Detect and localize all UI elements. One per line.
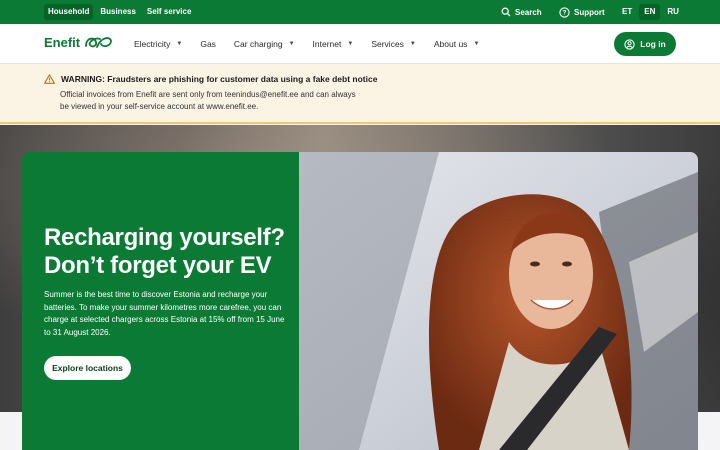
logo-text: Enefit [44,34,81,50]
hero-image [299,152,698,450]
search-label: Search [515,7,542,17]
lang-en[interactable]: EN [639,4,661,20]
nav-gas[interactable]: Gas [200,39,216,49]
warning-title: WARNING: Fraudsters are phishing for cus… [61,74,378,84]
explore-locations-button[interactable]: Explore locations [44,356,131,380]
top-support-link[interactable]: ? Support [559,4,605,20]
nav-about-us-label: About us [433,39,468,49]
login-button[interactable]: Log in [614,32,676,56]
nav-internet[interactable]: Internet ▼ [313,39,354,49]
support-label: Support [574,7,605,17]
nav-menu: Electricity ▼ Gas Car charging ▼ Internet ▼… [134,24,479,64]
language-switcher: ET EN RU [617,4,684,20]
nav-internet-label: Internet [312,39,342,49]
logo-icon [85,37,113,48]
nav-car-charging[interactable]: Car charging ▼ [234,39,295,49]
nav-about-us[interactable]: About us ▼ [434,39,480,49]
hero-photo-woman-in-car [299,152,698,450]
login-label: Log in [640,39,666,49]
segment-business[interactable]: Business [96,4,140,20]
chevron-down-icon: ▼ [176,41,183,47]
warning-icon [44,74,55,84]
lang-et[interactable]: ET [617,4,637,20]
nav-gas-label: Gas [200,39,216,49]
chevron-down-icon: ▼ [347,41,354,47]
support-icon: ? [559,6,570,18]
warning-heading: WARNING: Fraudsters are phishing for cus… [44,74,377,84]
nav-electricity-label: Electricity [134,39,171,49]
segment-switcher: Household Business Self service [44,4,195,20]
lang-ru[interactable]: RU [662,4,684,20]
nav-car-charging-label: Car charging [233,39,283,49]
hero-title: Recharging yourself? Don’t forget your E… [44,224,285,279]
warning-body: Official invoices from Enefit are sent o… [60,90,356,111]
nav-electricity[interactable]: Electricity ▼ [134,39,182,49]
chevron-down-icon: ▼ [288,41,295,47]
nav-services-label: Services [371,39,404,49]
main-nav: Enefit Electricity ▼ Gas Car charging ▼ In… [0,24,720,64]
top-bar: Household Business Self service Search ?… [0,0,720,24]
search-icon [501,7,511,17]
hero-description: Summer is the best time to discover Esto… [44,290,285,337]
user-icon [624,38,635,50]
top-search-link[interactable]: Search [501,4,542,20]
hero-text-panel: Recharging yourself? Don’t forget your E… [22,152,299,450]
chevron-down-icon: ▼ [409,41,416,47]
chevron-down-icon: ▼ [473,41,480,47]
hero-card: Recharging yourself? Don’t forget your E… [22,152,698,450]
logo[interactable]: Enefit [44,34,113,50]
svg-text:?: ? [563,9,567,16]
warning-banner: WARNING: Fraudsters are phishing for cus… [0,64,720,124]
segment-self-service[interactable]: Self service [143,4,195,20]
nav-services[interactable]: Services ▼ [371,39,416,49]
segment-household[interactable]: Household [44,4,94,20]
